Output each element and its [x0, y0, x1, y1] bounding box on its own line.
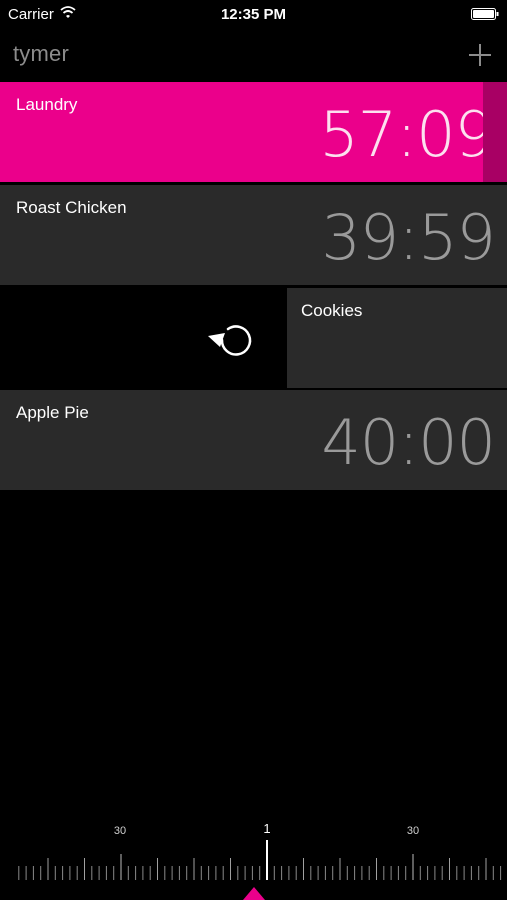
dial-pointer-icon: [243, 887, 265, 900]
nav-bar: tymer: [0, 30, 507, 78]
timer-name: Roast Chicken: [16, 198, 127, 217]
dial-label-left: 30: [113, 825, 127, 837]
timer-row-laundry[interactable]: Laundry 57:09: [0, 82, 507, 182]
timer-countdown: 40:00: [321, 406, 496, 479]
status-bar: Carrier 12:35 PM: [0, 0, 507, 28]
timer-row-apple-pie[interactable]: Apple Pie 40:00: [0, 390, 507, 490]
timer-countdown: 39:59: [321, 201, 496, 274]
battery-icon: [471, 8, 499, 20]
dial-label-center: 1: [263, 821, 271, 836]
timer-countdown: 57:09: [319, 98, 494, 171]
app-screen: Carrier 12:35 PM tymer Laundry 57:09 Roa…: [0, 0, 507, 900]
timer-name: Apple Pie: [16, 403, 89, 422]
reset-icon: [208, 325, 252, 356]
timer-row-cookies[interactable]: Cookies: [287, 288, 507, 388]
timer-name: Laundry: [16, 95, 78, 114]
time-dial[interactable]: 30 1 30: [0, 812, 507, 900]
progress-strip: [483, 82, 507, 182]
status-time: 12:35 PM: [220, 6, 287, 23]
reset-timer-button[interactable]: [0, 288, 285, 388]
timer-name: Cookies: [301, 301, 363, 320]
timer-row-roast-chicken[interactable]: Roast Chicken 39:59: [0, 185, 507, 285]
app-title: tymer: [13, 41, 69, 66]
add-timer-button[interactable]: [462, 38, 498, 74]
dial-label-right: 30: [406, 825, 420, 837]
